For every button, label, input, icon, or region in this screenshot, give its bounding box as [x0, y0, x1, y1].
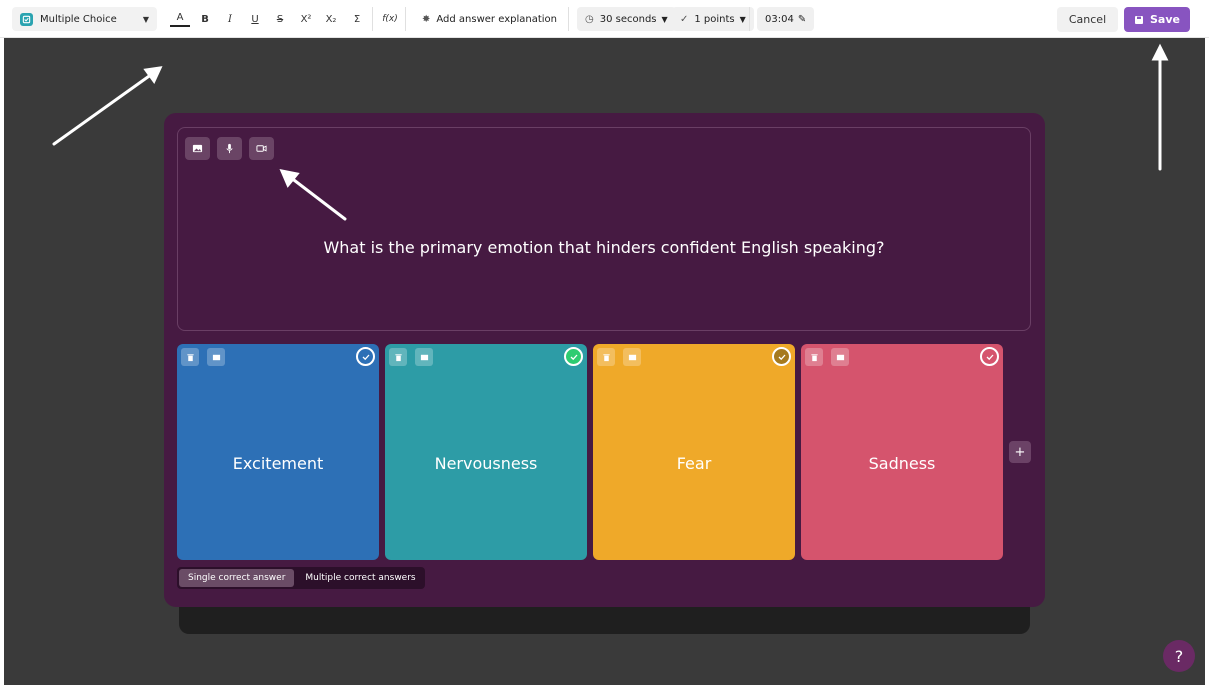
text-color-button[interactable]: A [170, 9, 190, 27]
timer-display[interactable]: 03:04 ✎ [757, 7, 815, 31]
toolbar-divider [372, 7, 373, 31]
bold-button[interactable]: B [195, 9, 215, 29]
image-icon [420, 354, 428, 360]
trash-icon [394, 353, 402, 361]
toolbar-divider [568, 7, 569, 31]
delete-option-button[interactable] [181, 348, 199, 366]
subscript-button[interactable]: X₂ [321, 9, 341, 29]
answer-option[interactable]: Nervousness [385, 344, 587, 560]
underline-button[interactable]: U [245, 9, 265, 29]
option-image-button[interactable] [831, 348, 849, 366]
add-audio-button[interactable] [217, 137, 242, 160]
question-text[interactable]: What is the primary emotion that hinders… [177, 238, 1031, 257]
check-icon [570, 354, 577, 360]
chevron-down-icon: ▼ [661, 14, 668, 24]
answer-option[interactable]: Excitement [177, 344, 379, 560]
option-label[interactable]: Sadness [801, 454, 1003, 473]
points-dropdown[interactable]: ✓ 1 points ▼ [672, 7, 754, 31]
delete-option-button[interactable] [597, 348, 615, 366]
mark-correct-toggle[interactable] [772, 347, 791, 366]
answer-mode-toggle: Single correct answer Multiple correct a… [177, 567, 425, 589]
help-button[interactable]: ? [1163, 640, 1195, 672]
image-icon [628, 354, 636, 360]
timer-value: 03:04 [765, 13, 794, 25]
question-type-dropdown[interactable]: Multiple Choice ▼ [12, 7, 157, 31]
add-option-button[interactable]: + [1009, 441, 1031, 463]
option-image-button[interactable] [415, 348, 433, 366]
multiple-choice-icon [20, 12, 33, 26]
lightbulb-icon: ✸ [422, 13, 431, 25]
trash-icon [602, 353, 610, 361]
toolbar-divider [405, 7, 406, 31]
option-image-button[interactable] [207, 348, 225, 366]
save-button[interactable]: Save [1124, 7, 1190, 32]
check-icon [778, 354, 785, 360]
single-correct-answer-option[interactable]: Single correct answer [179, 569, 295, 587]
multiple-correct-answers-option[interactable]: Multiple correct answers [296, 567, 424, 589]
edit-icon: ✎ [797, 13, 807, 25]
question-input-box[interactable] [177, 127, 1031, 331]
option-label[interactable]: Fear [593, 454, 795, 473]
sum-button[interactable]: Σ [347, 9, 367, 29]
cancel-button[interactable]: Cancel [1057, 7, 1118, 32]
image-icon [212, 354, 220, 360]
option-image-button[interactable] [623, 348, 641, 366]
option-label[interactable]: Excitement [177, 454, 379, 473]
check-icon [362, 354, 369, 360]
check-icon: ✓ [680, 13, 689, 25]
add-image-button[interactable] [185, 137, 210, 160]
question-type-label: Multiple Choice [40, 13, 117, 25]
top-toolbar: Multiple Choice ▼ A B I U S X² X₂ Σ f(x)… [0, 0, 1209, 38]
chevron-down-icon: ▼ [142, 14, 149, 24]
option-label[interactable]: Nervousness [385, 454, 587, 473]
video-icon [256, 145, 267, 152]
delete-option-button[interactable] [805, 348, 823, 366]
superscript-button[interactable]: X² [296, 9, 316, 29]
time-label: 30 seconds [599, 13, 657, 25]
chevron-down-icon: ▼ [739, 14, 746, 24]
add-video-button[interactable] [249, 137, 274, 160]
mark-correct-toggle[interactable] [980, 347, 999, 366]
explanation-label: Add answer explanation [436, 13, 557, 25]
toolbar-divider [749, 7, 750, 31]
answer-option[interactable]: Sadness [801, 344, 1003, 560]
formula-button[interactable]: f(x) [378, 9, 402, 29]
microphone-icon [226, 143, 233, 154]
image-icon [192, 144, 203, 153]
answer-option[interactable]: Fear [593, 344, 795, 560]
delete-option-button[interactable] [389, 348, 407, 366]
clock-icon: ◷ [585, 13, 594, 25]
save-icon [1135, 15, 1143, 24]
strikethrough-button[interactable]: S [270, 9, 290, 29]
save-label: Save [1150, 13, 1180, 26]
check-icon [986, 354, 993, 360]
mark-correct-toggle[interactable] [356, 347, 375, 366]
image-icon [836, 354, 844, 360]
time-dropdown[interactable]: ◷ 30 seconds ▼ [577, 7, 676, 31]
mark-correct-toggle[interactable] [564, 347, 583, 366]
trash-icon [810, 353, 818, 361]
italic-button[interactable]: I [220, 9, 240, 29]
trash-icon [186, 353, 194, 361]
points-label: 1 points [694, 13, 735, 25]
add-explanation-button[interactable]: ✸ Add answer explanation [414, 7, 565, 31]
